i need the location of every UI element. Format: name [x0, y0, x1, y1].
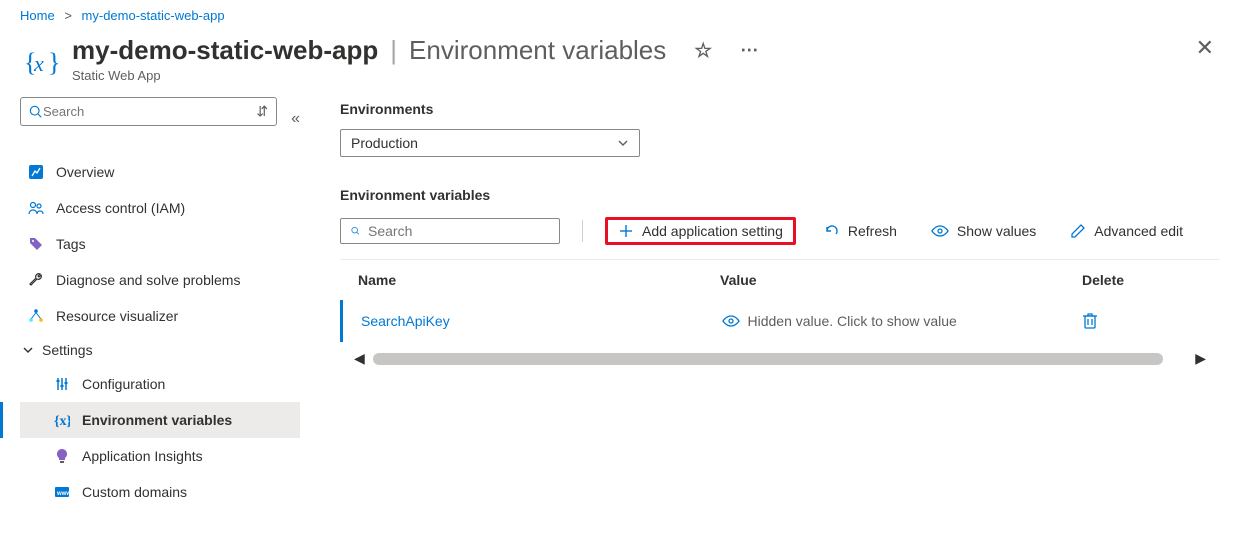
- sidebar-item-label: Custom domains: [82, 484, 187, 500]
- table-row: SearchApiKey Hidden value. Click to show…: [340, 300, 1220, 342]
- svg-text:}: }: [48, 48, 60, 77]
- sliders-icon: [52, 374, 72, 394]
- show-values-button[interactable]: Show values: [925, 219, 1042, 243]
- delete-row-button[interactable]: [1082, 312, 1202, 330]
- button-label: Refresh: [848, 223, 897, 239]
- scroll-left-icon[interactable]: ◀: [350, 350, 369, 367]
- sidebar-item-label: Application Insights: [82, 448, 203, 464]
- scroll-track[interactable]: [373, 353, 1187, 365]
- sidebar: ⇵ « Overview Access control (IAM) Tags: [0, 97, 320, 510]
- add-application-setting-button[interactable]: Add application setting: [605, 217, 796, 245]
- sidebar-item-diagnose[interactable]: Diagnose and solve problems: [20, 262, 300, 298]
- eye-icon: [722, 314, 740, 328]
- col-value: Value: [720, 272, 1082, 288]
- collapse-sidebar-icon[interactable]: «: [291, 110, 300, 128]
- envvars-table: Name Value Delete SearchApiKey Hidden va…: [340, 259, 1220, 342]
- sidebar-item-label: Environment variables: [82, 412, 232, 428]
- table-header: Name Value Delete: [340, 260, 1220, 300]
- sidebar-item-resviz[interactable]: Resource visualizer: [20, 298, 300, 334]
- sidebar-item-tags[interactable]: Tags: [20, 226, 300, 262]
- resource-subtitle: Static Web App: [72, 68, 1190, 83]
- svg-text:x: x: [33, 51, 44, 76]
- page-header: { x } my-demo-static-web-app | Environme…: [0, 29, 1240, 97]
- scroll-right-icon[interactable]: ▶: [1191, 350, 1210, 367]
- title-separator: |: [390, 35, 397, 66]
- breadcrumb-sep: >: [64, 8, 72, 23]
- envvars-label: Environment variables: [340, 187, 1220, 203]
- plus-icon: [618, 223, 634, 239]
- wrench-icon: [26, 270, 46, 290]
- breadcrumb-app[interactable]: my-demo-static-web-app: [82, 8, 225, 23]
- search-icon: [351, 224, 360, 238]
- tag-icon: [26, 234, 46, 254]
- horizontal-scrollbar[interactable]: ◀ ▶: [340, 350, 1220, 367]
- col-name: Name: [358, 272, 720, 288]
- toolbar: Add application setting Refresh Show val…: [340, 217, 1220, 245]
- toolbar-separator: [582, 220, 583, 242]
- search-icon: [29, 105, 43, 119]
- sidebar-group-settings[interactable]: Settings: [20, 334, 300, 366]
- environments-label: Environments: [340, 101, 1220, 117]
- button-label: Add application setting: [642, 223, 783, 239]
- people-icon: [26, 198, 46, 218]
- masked-value-text: Hidden value. Click to show value: [748, 313, 957, 329]
- breadcrumb: Home > my-demo-static-web-app: [0, 0, 1240, 29]
- trash-icon: [1082, 312, 1098, 330]
- environment-select[interactable]: Production: [340, 129, 640, 157]
- pencil-icon: [1070, 223, 1086, 239]
- advanced-edit-button[interactable]: Advanced edit: [1064, 219, 1189, 243]
- button-label: Show values: [957, 223, 1036, 239]
- environment-selected-value: Production: [351, 135, 418, 151]
- sidebar-item-label: Access control (IAM): [56, 200, 185, 216]
- scroll-thumb[interactable]: [373, 353, 1163, 365]
- chevron-down-icon: [617, 137, 629, 149]
- chevron-down-icon: [22, 344, 34, 356]
- sidebar-item-label: Tags: [56, 236, 86, 252]
- envvar-value-masked[interactable]: Hidden value. Click to show value: [722, 313, 1083, 329]
- sidebar-item-appinsights[interactable]: Application Insights: [20, 438, 300, 474]
- breadcrumb-home[interactable]: Home: [20, 8, 55, 23]
- svg-text:www: www: [56, 491, 70, 497]
- col-delete: Delete: [1082, 272, 1202, 288]
- graph-icon: [26, 306, 46, 326]
- button-label: Advanced edit: [1094, 223, 1183, 239]
- sidebar-item-iam[interactable]: Access control (IAM): [20, 190, 300, 226]
- envvars-search-input[interactable]: [368, 223, 549, 239]
- close-icon[interactable]: ✕: [1190, 35, 1220, 61]
- overview-icon: [26, 162, 46, 182]
- sidebar-item-label: Overview: [56, 164, 114, 180]
- sidebar-item-label: Configuration: [82, 376, 165, 392]
- refresh-button[interactable]: Refresh: [818, 219, 903, 243]
- sidebar-item-label: Diagnose and solve problems: [56, 272, 240, 288]
- sort-icon[interactable]: ⇵: [256, 103, 268, 120]
- svg-text:{x}: {x}: [54, 414, 70, 428]
- resource-type-icon: { x }: [20, 41, 62, 83]
- page-section: Environment variables: [409, 35, 666, 66]
- envvar-name-link[interactable]: SearchApiKey: [361, 313, 450, 329]
- favorite-star-icon[interactable]: ☆: [694, 38, 712, 63]
- sidebar-item-envvars[interactable]: {x} Environment variables: [20, 402, 300, 438]
- eye-icon: [931, 224, 949, 238]
- sidebar-group-label: Settings: [42, 342, 93, 358]
- www-icon: www: [52, 482, 72, 502]
- lightbulb-icon: [52, 446, 72, 466]
- sidebar-search-input[interactable]: [43, 102, 250, 121]
- sidebar-item-customdomains[interactable]: www Custom domains: [20, 474, 300, 510]
- sidebar-search[interactable]: ⇵: [20, 97, 277, 126]
- variable-icon: {x}: [52, 410, 72, 430]
- main-content: Environments Production Environment vari…: [320, 97, 1240, 510]
- sidebar-item-overview[interactable]: Overview: [20, 154, 300, 190]
- sidebar-item-label: Resource visualizer: [56, 308, 178, 324]
- more-menu-icon[interactable]: ⋯: [740, 40, 759, 61]
- sidebar-item-configuration[interactable]: Configuration: [20, 366, 300, 402]
- page-title: my-demo-static-web-app: [72, 35, 378, 66]
- envvars-search[interactable]: [340, 218, 560, 244]
- refresh-icon: [824, 223, 840, 239]
